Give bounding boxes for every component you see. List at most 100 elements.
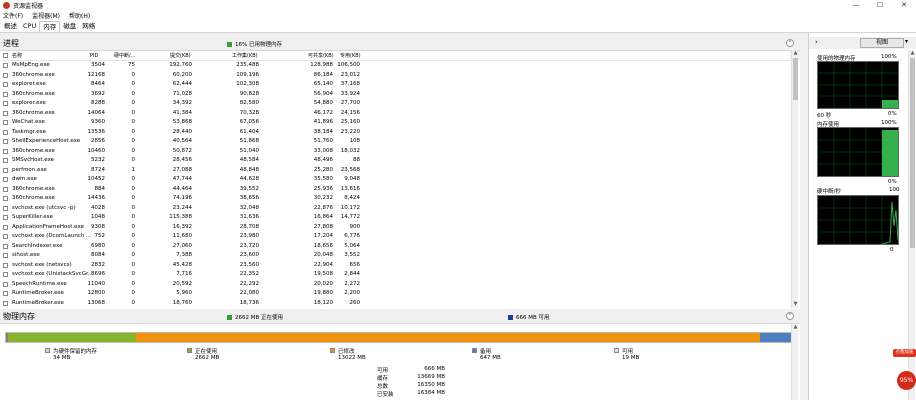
col-commit[interactable]: 提交(KB) [170, 51, 191, 61]
process-scrollbar[interactable]: ▲ ▼ [791, 50, 798, 308]
col-name[interactable]: 名称 [12, 51, 22, 61]
memory-panel-header[interactable]: 物理内存 2662 MB 正在使用 666 MB 可用 ⌃ [0, 310, 800, 324]
process-panel-header[interactable]: 进程 16% 已用物理内存 ⌃ [0, 37, 800, 51]
table-row[interactable]: explorer.exe 8464 0 62,444 102,308 65,140 37,1… [0, 80, 790, 90]
menu-monitor[interactable]: 监视器(M) [32, 11, 60, 20]
table-row[interactable]: ApplicationFrameHost.exe 9308 0 16,392 28,70… [0, 223, 790, 233]
memory-collapse-button[interactable]: ⌃ [786, 312, 794, 320]
tab-overview[interactable]: 概述 [1, 21, 20, 32]
row-checkbox[interactable] [3, 167, 8, 173]
cell-priv: 23,220 [340, 128, 360, 135]
table-row[interactable]: 360chrome.exe 14436 0 74,196 38,656 30,232 8,4… [0, 194, 790, 204]
minimize-button[interactable]: — [844, 0, 868, 11]
close-button[interactable]: ✕ [892, 0, 916, 11]
collapse-button[interactable]: ⌃ [786, 39, 794, 47]
row-checkbox[interactable] [3, 281, 8, 287]
table-row[interactable]: MsMpEng.exe 3504 75 192,760 235,488 128,988 10… [0, 61, 790, 71]
row-checkbox[interactable] [3, 139, 8, 144]
cell-commit: 16,392 [172, 223, 192, 230]
row-checkbox[interactable] [3, 63, 8, 68]
row-checkbox[interactable] [3, 196, 8, 201]
table-row[interactable]: svchost.exe (UnistackSvcGr... 8696 0 7,716 2… [0, 270, 790, 280]
row-checkbox[interactable] [3, 186, 8, 192]
row-checkbox[interactable] [3, 148, 8, 154]
row-checkbox[interactable] [3, 224, 8, 230]
table-row[interactable]: RuntimeBroker.exe 13068 0 18,760 18,736 18,12… [0, 299, 790, 309]
table-row[interactable]: 360chrome.exe 12168 0 60,200 109,196 86,184 23… [0, 71, 790, 81]
col-working-set[interactable]: 工作集(KB) [232, 51, 258, 61]
table-row[interactable]: svchost.exe (utcsvc -p) 4028 0 23,244 32,048… [0, 204, 790, 214]
table-row[interactable]: svchost.exe (netsvcs) 2832 0 45,428 23,560 22… [0, 261, 790, 271]
row-checkbox[interactable] [3, 262, 8, 268]
col-shareable[interactable]: 可共享(KB) [308, 51, 334, 61]
menu-help[interactable]: 帮助(H) [69, 11, 90, 20]
row-checkbox[interactable] [3, 205, 8, 211]
table-row[interactable]: 360chrome.exe 14064 0 41,384 70,328 46,172 24,… [0, 109, 790, 119]
memory-scrollbar[interactable]: ▲ [791, 324, 798, 400]
row-checkbox[interactable] [3, 120, 8, 125]
row-checkbox[interactable] [3, 291, 8, 296]
cell-hf: 0 [131, 261, 136, 268]
table-row[interactable]: dwm.exe 10452 0 47,744 44,628 35,580 9,048 [0, 175, 790, 185]
cell-name: SMSvcHost.exe [12, 157, 55, 163]
view-label: 视图 [875, 39, 888, 46]
graph-scroll-thumb[interactable] [910, 58, 915, 248]
row-checkbox[interactable] [3, 215, 8, 220]
table-row[interactable]: SearchIndexer.exe 6980 0 27,060 23,720 18,656… [0, 242, 790, 252]
table-row[interactable]: WeChat.exe 9360 0 53,868 67,056 41,896 25,160 [0, 118, 790, 128]
cell-share: 18,120 [313, 299, 333, 306]
row-checkbox[interactable] [3, 101, 8, 106]
legend-item: 可用 [614, 347, 633, 355]
graph-scrollbar[interactable]: ▲ [908, 50, 915, 400]
speed-up-widget[interactable]: 点我加速 95% [893, 349, 916, 400]
tab-cpu[interactable]: CPU [20, 21, 39, 32]
mem-scroll-up-icon[interactable]: ▲ [792, 324, 799, 331]
row-checkbox[interactable] [3, 253, 8, 258]
table-row[interactable]: SuperKiller.exe 1048 0 115,388 31,636 16,864 1… [0, 213, 790, 223]
table-row[interactable]: 360chrome.exe 3692 0 71,028 90,828 56,904 33,9… [0, 90, 790, 100]
tab-memory[interactable]: 内存 [39, 21, 61, 32]
table-row[interactable]: 360chrome.exe 884 0 44,464 39,552 25,936 13,61… [0, 185, 790, 195]
table-row[interactable]: sihost.exe 8084 0 7,388 23,600 20,048 3,552 [0, 251, 790, 261]
graph-scroll-up-icon[interactable]: ▲ [909, 50, 916, 57]
scroll-up-icon[interactable]: ▲ [792, 50, 799, 57]
tab-disk[interactable]: 磁盘 [60, 21, 79, 32]
memory-bar-inuse [8, 333, 136, 342]
row-checkbox[interactable] [3, 129, 8, 135]
table-row[interactable]: SpeechRuntime.exe 11040 0 20,592 22,292 20,02… [0, 280, 790, 290]
row-checkbox[interactable] [3, 234, 8, 239]
view-button[interactable]: 视图 [860, 38, 904, 48]
memory-stat: 可用 666 MB [377, 366, 445, 374]
expand-icon[interactable]: › [815, 38, 818, 46]
scroll-thumb[interactable] [793, 58, 798, 100]
table-row[interactable]: explorer.exe 8288 0 34,392 82,580 54,880 27,70… [0, 99, 790, 109]
table-row[interactable]: perfmon.exe 8724 1 27,088 48,848 25,280 23,568 [0, 166, 790, 176]
cell-priv: 2,844 [344, 271, 360, 277]
row-checkbox[interactable] [3, 72, 8, 78]
table-row[interactable]: Taskmgr.exe 13536 0 28,440 61,404 38,184 23,22… [0, 128, 790, 138]
col-private[interactable]: 专用(KB) [340, 51, 361, 61]
row-checkbox[interactable] [3, 110, 8, 116]
view-dropdown-icon[interactable]: ▾ [905, 38, 908, 45]
menu-file[interactable]: 文件(F) [3, 11, 23, 20]
row-checkbox[interactable] [3, 243, 8, 249]
row-checkbox[interactable] [3, 158, 8, 163]
row-checkbox[interactable] [3, 300, 8, 306]
memory-stat: 已安装 16384 MB [377, 390, 445, 398]
table-row[interactable]: svchost.exe (DcomLaunch ... 752 0 11,680 23,… [0, 232, 790, 242]
stat-value: 666 MB [424, 366, 445, 372]
scroll-down-icon[interactable]: ▼ [792, 301, 799, 308]
select-all-checkbox[interactable] [3, 53, 8, 58]
table-row[interactable]: SMSvcHost.exe 5232 0 28,456 48,584 48,496 88 [0, 156, 790, 166]
maximize-button[interactable]: ☐ [868, 0, 892, 11]
table-row[interactable]: ShellExperienceHost.exe 2856 0 40,564 51,868… [0, 137, 790, 147]
row-checkbox[interactable] [3, 272, 8, 277]
col-hard-faults[interactable]: 硬中断/... [114, 51, 135, 61]
row-checkbox[interactable] [3, 82, 8, 87]
tab-network[interactable]: 网络 [79, 21, 98, 32]
table-row[interactable]: RuntimeBroker.exe 12800 0 5,960 22,080 19,880… [0, 289, 790, 299]
row-checkbox[interactable] [3, 91, 8, 97]
table-row[interactable]: 360chrome.exe 10460 0 50,872 51,040 33,008 18,… [0, 147, 790, 157]
col-pid[interactable]: PID [90, 51, 98, 61]
row-checkbox[interactable] [3, 177, 8, 182]
